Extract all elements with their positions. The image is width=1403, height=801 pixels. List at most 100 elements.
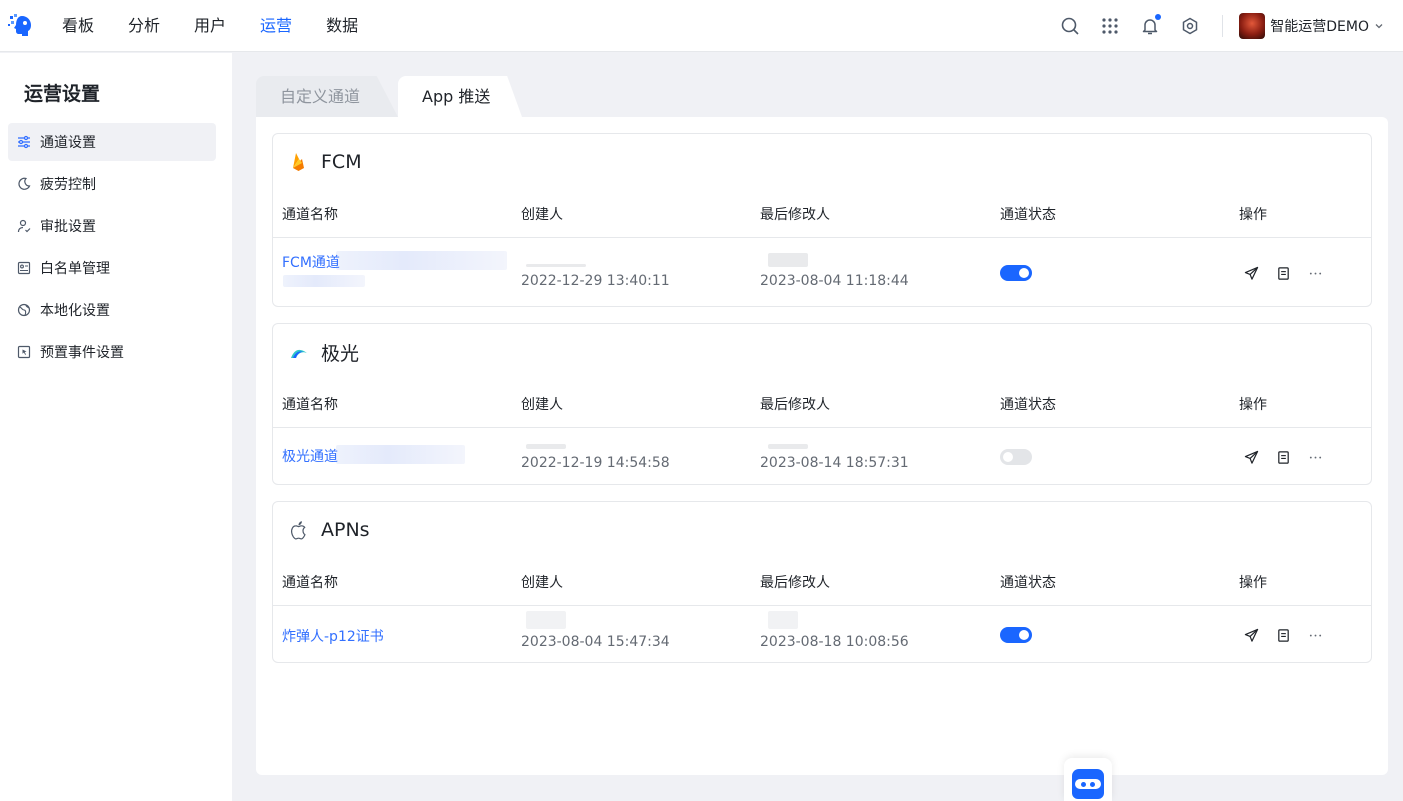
user-name: 智能运营DEMO [1270, 19, 1369, 35]
sidebar-title: 运营设置 [24, 83, 101, 105]
sidebar-item-fatigue-control[interactable]: 疲劳控制 [8, 165, 216, 203]
tab-bar: 自定义通道 App 推送 [256, 76, 556, 117]
redacted-block [336, 251, 507, 270]
sidebar-item-label: 疲劳控制 [40, 177, 96, 193]
table-header: 通道名称 创建人 最后修改人 通道状态 操作 [273, 382, 1371, 428]
moon-icon [18, 177, 31, 190]
nav-item-operations[interactable]: 运营 [243, 0, 309, 52]
apps-button[interactable] [1098, 14, 1122, 38]
card-title: APNs [321, 519, 370, 541]
created-time: 2023-08-04 15:47:34 [521, 634, 670, 650]
column-header: 操作 [1239, 207, 1267, 223]
document-icon [1277, 450, 1289, 464]
column-header: 通道状态 [1000, 207, 1056, 223]
detail-button[interactable] [1275, 265, 1291, 281]
table-header: 通道名称 创建人 最后修改人 通道状态 操作 [273, 560, 1371, 606]
channel-status-toggle[interactable] [1000, 449, 1032, 465]
more-button[interactable] [1307, 449, 1323, 465]
channel-name-link[interactable]: 极光通道 [282, 446, 338, 466]
top-navbar: 看板 分析 用户 运营 数据 智能运营DEMO [0, 0, 1403, 52]
channel-name-link[interactable]: FCM通道 [282, 252, 340, 272]
more-icon [1309, 272, 1321, 274]
sidebar-item-localization[interactable]: 本地化设置 [8, 291, 216, 329]
sidebar-item-channel-settings[interactable]: 通道设置 [8, 123, 216, 161]
redacted-block [283, 275, 365, 287]
column-header: 创建人 [521, 207, 563, 223]
channel-status-toggle[interactable] [1000, 265, 1032, 281]
send-icon [1244, 266, 1258, 280]
send-icon [1244, 450, 1258, 464]
channel-name-link[interactable]: 炸弹人-p12证书 [282, 626, 384, 646]
column-header: 操作 [1239, 397, 1267, 413]
nav-item-users[interactable]: 用户 [177, 0, 243, 52]
sidebar-item-label: 预置事件设置 [40, 345, 124, 361]
table-row: 炸弹人-p12证书 2023-08-04 15:47:34 2023-08-18… [273, 607, 1371, 663]
created-time: 2022-12-19 14:54:58 [521, 455, 670, 471]
detail-button[interactable] [1275, 627, 1291, 643]
table-row: FCM通道 2022-12-29 13:40:11 2023-08-04 11:… [273, 239, 1371, 307]
avatar [1239, 13, 1266, 39]
column-header: 最后修改人 [760, 397, 830, 413]
channel-status-toggle[interactable] [1000, 627, 1032, 643]
nav-item-dashboard[interactable]: 看板 [45, 0, 111, 52]
user-menu[interactable]: 智能运营DEMO [1239, 13, 1385, 39]
document-icon [1277, 628, 1289, 642]
send-icon [1244, 628, 1258, 642]
send-button[interactable] [1243, 627, 1259, 643]
grid-icon [1102, 18, 1118, 34]
more-icon [1309, 456, 1321, 458]
column-header: 通道名称 [282, 397, 338, 413]
sidebar-item-approval-settings[interactable]: 审批设置 [8, 207, 216, 245]
modified-time: 2023-08-18 10:08:56 [760, 634, 909, 650]
sidebar-item-preset-events[interactable]: 预置事件设置 [8, 333, 216, 371]
card-title: 极光 [321, 342, 360, 365]
chevron-down-icon [1375, 24, 1383, 29]
document-icon [1277, 266, 1289, 280]
sidebar-item-label: 本地化设置 [40, 303, 110, 319]
column-header: 通道状态 [1000, 575, 1056, 591]
more-button[interactable] [1307, 627, 1323, 643]
column-header: 操作 [1239, 575, 1267, 591]
nav-item-data[interactable]: 数据 [309, 0, 375, 52]
created-time: 2022-12-29 13:40:11 [521, 273, 670, 289]
column-header: 创建人 [521, 575, 563, 591]
column-header: 通道名称 [282, 207, 338, 223]
tab-app-push[interactable]: App 推送 [398, 76, 522, 117]
sidebar: 运营设置 通道设置 疲劳控制 审批设置 白名单管理 本地化设置 预置事件设置 [0, 53, 232, 801]
redacted-block [768, 444, 808, 449]
tab-custom-channel[interactable]: 自定义通道 [256, 76, 398, 117]
channel-card-jiguang: 极光 通道名称 创建人 最后修改人 通道状态 操作 极光通道 2022-12-1… [272, 323, 1372, 485]
detail-button[interactable] [1275, 449, 1291, 465]
redacted-block [526, 264, 586, 267]
main-content: 自定义通道 App 推送 FCM 通道名称 创建人 最后修改人 通道状态 操作 … [256, 76, 1388, 775]
sidebar-item-label: 通道设置 [40, 135, 96, 151]
nav-item-analysis[interactable]: 分析 [111, 0, 177, 52]
modified-time: 2023-08-14 18:57:31 [760, 455, 909, 471]
event-icon [17, 345, 31, 359]
modified-time: 2023-08-04 11:18:44 [760, 273, 909, 289]
table-row: 极光通道 2022-12-19 14:54:58 2023-08-14 18:5… [273, 429, 1371, 485]
redacted-block [768, 253, 808, 267]
sidebar-item-whitelist[interactable]: 白名单管理 [8, 249, 216, 287]
channel-card-apns: APNs 通道名称 创建人 最后修改人 通道状态 操作 炸弹人-p12证书 20… [272, 501, 1372, 663]
column-header: 最后修改人 [760, 575, 830, 591]
send-button[interactable] [1243, 265, 1259, 281]
search-icon [1061, 17, 1079, 35]
user-check-icon [17, 219, 31, 233]
redacted-block [768, 611, 798, 629]
brain-logo-icon[interactable] [8, 12, 36, 40]
notification-button[interactable] [1138, 14, 1162, 38]
jiguang-icon [291, 349, 307, 358]
assistant-button[interactable] [1064, 758, 1112, 801]
table-header: 通道名称 创建人 最后修改人 通道状态 操作 [273, 192, 1371, 238]
search-button[interactable] [1058, 14, 1082, 38]
column-header: 通道状态 [1000, 397, 1056, 413]
sliders-icon [18, 135, 30, 149]
card-title: FCM [321, 151, 362, 173]
send-button[interactable] [1243, 449, 1259, 465]
column-header: 创建人 [521, 397, 563, 413]
sidebar-item-label: 审批设置 [40, 219, 96, 235]
settings-button[interactable] [1178, 14, 1202, 38]
more-button[interactable] [1307, 265, 1323, 281]
gear-icon [1183, 17, 1198, 35]
